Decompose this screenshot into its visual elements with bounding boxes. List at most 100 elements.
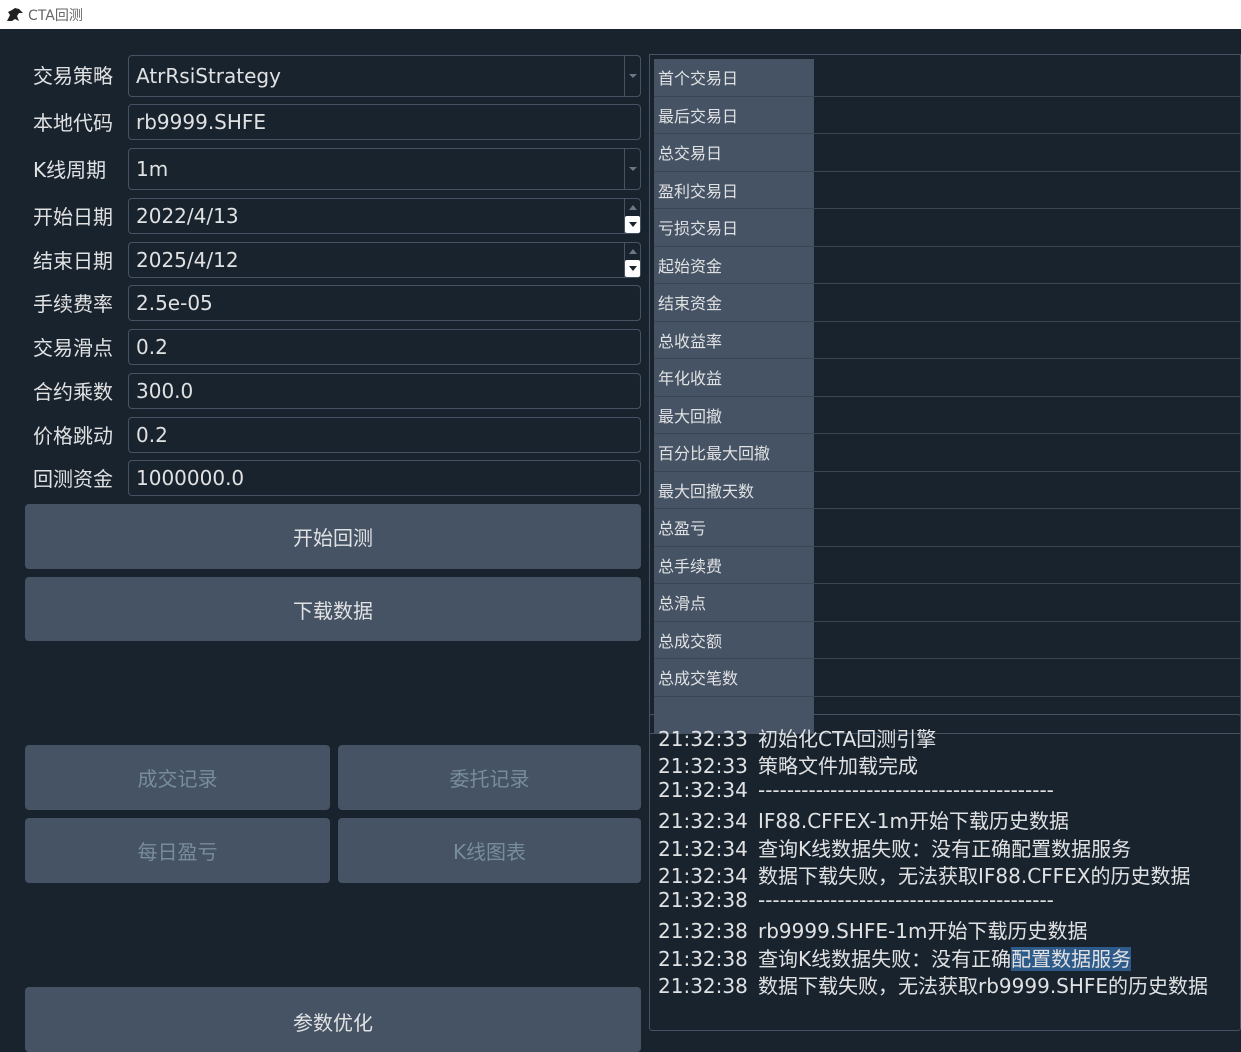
interval-label: K线周期: [33, 158, 107, 182]
symbol-label: 本地代码: [33, 111, 113, 135]
stat-value[interactable]: [814, 134, 1240, 171]
log-line: 21:32:34 数据下载失败，无法获取IF88.CFFEX的历史数据: [658, 860, 1191, 888]
symbol-input[interactable]: rb9999.SHFE: [128, 104, 641, 140]
stat-value[interactable]: [814, 322, 1240, 359]
stat-row: 总盈亏: [654, 509, 1240, 547]
stat-label: 结束资金: [654, 284, 814, 321]
arrow-down-icon: [628, 222, 637, 227]
strategy-combo[interactable]: AtrRsiStrategy: [128, 55, 641, 97]
strategy-label: 交易策略: [33, 64, 113, 88]
start-backtest-button[interactable]: 开始回测: [25, 504, 641, 569]
log-message: 查询K线数据失败：没有正确配置数据服务: [758, 943, 1132, 972]
stat-value[interactable]: [814, 584, 1240, 621]
interval-dropdown-arrow[interactable]: [624, 149, 640, 189]
stat-row: 总成交笔数: [654, 659, 1240, 697]
trade-records-button[interactable]: 成交记录: [25, 745, 330, 810]
stat-label: 盈利交易日: [654, 171, 814, 208]
slippage-input[interactable]: 0.2: [128, 329, 641, 365]
stat-label: 首个交易日: [654, 59, 814, 96]
log-message: ----------------------------------------…: [758, 888, 1054, 912]
end-date-up-button[interactable]: [625, 243, 640, 260]
log-line: 21:32:34 查询K线数据失败：没有正确配置数据服务: [658, 833, 1131, 861]
log-output[interactable]: 21:32:33 初始化CTA回测引擎 21:32:33 策略文件加载完成 21:3…: [649, 714, 1241, 1031]
size-value: 300.0: [136, 379, 194, 403]
log-time: 21:32:38: [658, 947, 748, 971]
stat-value[interactable]: [814, 547, 1240, 584]
log-time: 21:32:34: [658, 778, 748, 802]
stat-value[interactable]: [814, 247, 1240, 284]
stat-value[interactable]: [814, 284, 1240, 321]
arrow-down-icon: [628, 266, 637, 271]
log-line: 21:32:38 数据下载失败，无法获取rb9999.SHFE的历史数据: [658, 970, 1209, 998]
stat-label: 百分比最大回撤: [654, 434, 814, 471]
start-date-down-button[interactable]: [625, 216, 640, 233]
stat-row: 最大回撤天数: [654, 471, 1240, 509]
log-message: 数据下载失败，无法获取rb9999.SHFE的历史数据: [758, 974, 1209, 998]
size-input[interactable]: 300.0: [128, 373, 641, 409]
strategy-dropdown-arrow[interactable]: [624, 56, 640, 96]
daily-pnl-button[interactable]: 每日盈亏: [25, 818, 330, 883]
pricetick-value: 0.2: [136, 423, 168, 447]
end-date-down-button[interactable]: [625, 260, 640, 277]
download-data-button[interactable]: 下载数据: [25, 577, 641, 641]
order-records-button[interactable]: 委托记录: [338, 745, 641, 810]
window-title: CTA回测: [28, 7, 83, 24]
start-date-edit[interactable]: 2022/4/13: [128, 198, 641, 234]
log-line: 21:32:34 IF88.CFFEX-1m开始下载历史数据: [658, 805, 1069, 833]
stat-value[interactable]: [814, 359, 1240, 396]
log-time: 21:32:34: [658, 809, 748, 833]
interval-combo[interactable]: 1m: [128, 148, 641, 190]
log-line: 21:32:38 --------------------------------…: [658, 888, 1054, 915]
backtester-window: 交易策略 AtrRsiStrategy 本地代码 rb9999.SHFE K线周…: [0, 29, 1241, 1052]
log-message: 数据下载失败，无法获取IF88.CFFEX的历史数据: [758, 864, 1191, 888]
optimize-button[interactable]: 参数优化: [25, 987, 641, 1052]
rate-input[interactable]: 2.5e-05: [128, 285, 641, 321]
stat-row: 首个交易日: [654, 59, 1240, 97]
end-date-edit[interactable]: 2025/4/12: [128, 242, 641, 278]
stat-row: 最后交易日: [654, 96, 1240, 134]
stat-value[interactable]: [814, 509, 1240, 546]
stat-value[interactable]: [814, 434, 1240, 471]
rate-label: 手续费率: [33, 292, 113, 316]
start-date-value: 2022/4/13: [136, 204, 239, 228]
stat-value[interactable]: [814, 209, 1240, 246]
log-message: IF88.CFFEX-1m开始下载历史数据: [758, 809, 1069, 833]
pricetick-input[interactable]: 0.2: [128, 417, 641, 453]
stat-label: 总滑点: [654, 584, 814, 621]
app-logo-icon: [6, 6, 24, 24]
stat-value[interactable]: [814, 59, 1240, 96]
stat-label: 总手续费: [654, 546, 814, 583]
kline-chart-button[interactable]: K线图表: [338, 818, 641, 883]
log-line: 21:32:34 --------------------------------…: [658, 778, 1054, 805]
log-time: 21:32:34: [658, 837, 748, 861]
stat-label: 总盈亏: [654, 509, 814, 546]
stat-value[interactable]: [814, 97, 1240, 134]
chevron-down-icon: [628, 167, 637, 171]
strategy-value: AtrRsiStrategy: [136, 64, 281, 88]
arrow-up-icon: [628, 205, 637, 210]
stat-row: 亏损交易日: [654, 209, 1240, 247]
chevron-down-icon: [628, 74, 637, 78]
rate-value: 2.5e-05: [136, 291, 213, 315]
log-line: 21:32:38 rb9999.SHFE-1m开始下载历史数据: [658, 915, 1087, 943]
stat-value[interactable]: [814, 172, 1240, 209]
log-message-text: 查询K线数据失败：没有正确: [758, 947, 1012, 971]
stat-row: 总手续费: [654, 546, 1240, 584]
log-time: 21:32:33: [658, 727, 748, 751]
capital-input[interactable]: 1000000.0: [128, 460, 641, 496]
title-bar: CTA回测: [0, 0, 1241, 29]
stat-row: 总滑点: [654, 584, 1240, 622]
stat-row: 百分比最大回撤: [654, 434, 1240, 472]
stat-row: 总交易日: [654, 134, 1240, 172]
stat-value[interactable]: [814, 397, 1240, 434]
capital-label: 回测资金: [33, 467, 113, 491]
stat-value[interactable]: [814, 472, 1240, 509]
stat-row: 结束资金: [654, 284, 1240, 322]
start-date-label: 开始日期: [33, 205, 113, 229]
stat-value[interactable]: [814, 622, 1240, 659]
arrow-up-icon: [628, 249, 637, 254]
slippage-value: 0.2: [136, 335, 168, 359]
stat-value[interactable]: [814, 659, 1240, 696]
stat-label: 总成交笔数: [654, 659, 814, 696]
start-date-up-button[interactable]: [625, 199, 640, 216]
